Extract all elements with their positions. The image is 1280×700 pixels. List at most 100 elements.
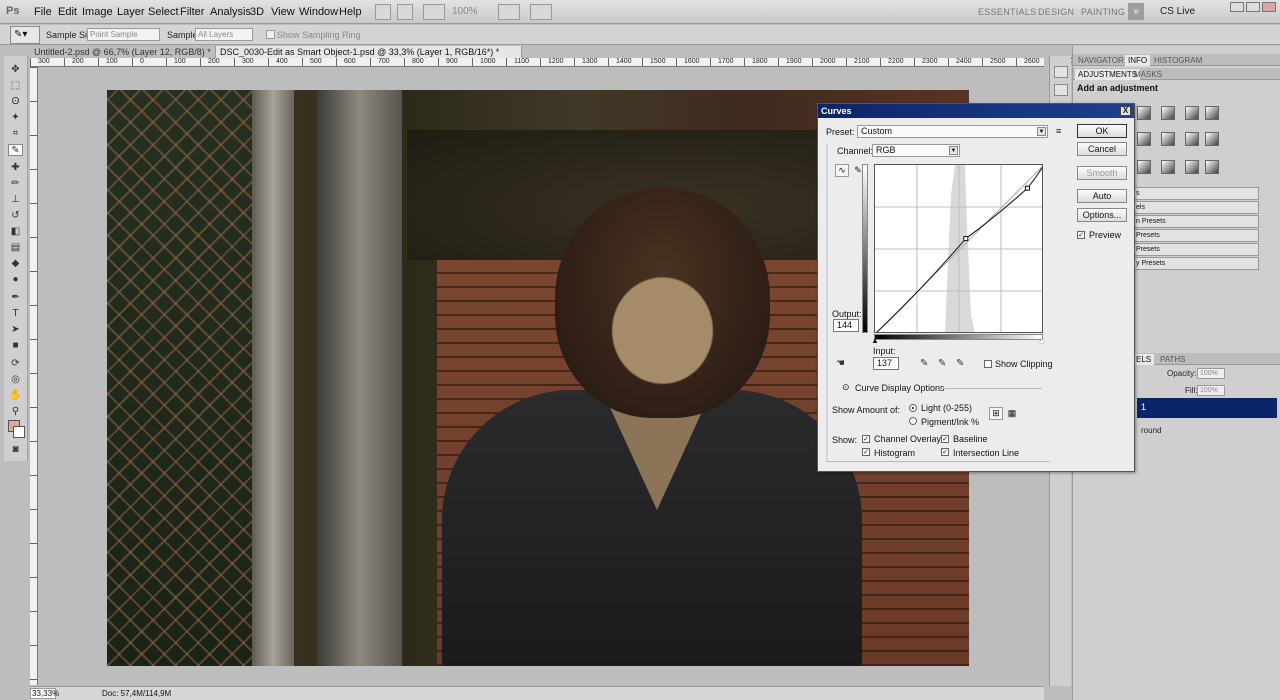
- cs-live-menu[interactable]: CS Live: [1160, 6, 1195, 17]
- curve-control-point[interactable]: [963, 236, 969, 242]
- 3d-rotate-icon[interactable]: ⟳: [8, 358, 23, 370]
- preset-row[interactable]: els: [1133, 201, 1259, 214]
- tab-untitled-2[interactable]: Untitled-2.psd @ 66,7% (Layer 12, RGB/8)…: [30, 46, 216, 58]
- channel-select[interactable]: RGB ▼: [872, 144, 960, 157]
- move-tool-icon[interactable]: ✥: [8, 64, 23, 76]
- lasso-tool-icon[interactable]: ʘ: [8, 96, 23, 108]
- menu-analysis[interactable]: Analysis: [210, 6, 251, 18]
- show-sampling-ring-checkbox[interactable]: [266, 30, 275, 39]
- tab-info[interactable]: INFO: [1125, 55, 1151, 66]
- gradient-tool-icon[interactable]: ▤: [8, 242, 23, 254]
- view-extras-icon[interactable]: [423, 4, 445, 20]
- zoom-tool-icon[interactable]: ⚲: [8, 406, 23, 418]
- tab-masks[interactable]: MASKS: [1131, 69, 1165, 80]
- eyedropper-tool-icon[interactable]: ✎: [8, 144, 23, 156]
- 3d-orbit-icon[interactable]: ◎: [8, 374, 23, 386]
- screen-mode-icon[interactable]: [530, 4, 552, 20]
- healing-brush-icon[interactable]: ✚: [8, 162, 23, 174]
- sample-size-select[interactable]: Point Sample: [87, 28, 160, 41]
- preset-row[interactable]: Presets: [1133, 243, 1259, 256]
- curves-graph[interactable]: [874, 164, 1043, 333]
- white-eyedropper-icon[interactable]: ✎: [956, 358, 964, 369]
- history-brush-icon[interactable]: ↺: [8, 210, 23, 222]
- blur-tool-icon[interactable]: ◆: [8, 258, 23, 270]
- actions-panel-icon[interactable]: [1054, 84, 1068, 96]
- input-field[interactable]: 137: [873, 357, 899, 370]
- posterize-icon[interactable]: [1137, 160, 1151, 174]
- minimize-button[interactable]: [1230, 2, 1244, 12]
- shape-tool-icon[interactable]: ■: [8, 340, 23, 352]
- channel-overlays-checkbox[interactable]: ✓: [862, 435, 870, 443]
- layer-row-background[interactable]: round: [1137, 422, 1277, 440]
- menu-image[interactable]: Image: [82, 6, 113, 18]
- threshold-icon[interactable]: [1161, 160, 1175, 174]
- output-field[interactable]: 144: [833, 319, 859, 332]
- detailed-grid-icon[interactable]: ▦: [1005, 407, 1019, 420]
- exposure-icon[interactable]: [1205, 106, 1219, 120]
- history-panel-icon[interactable]: [1054, 66, 1068, 78]
- status-zoom-field[interactable]: 33,33%: [30, 688, 59, 699]
- color-balance-icon[interactable]: [1137, 132, 1151, 146]
- eyedropper-tool-preset[interactable]: ✎▾: [10, 26, 40, 44]
- type-tool-icon[interactable]: T: [8, 308, 23, 320]
- preset-select[interactable]: Custom ▼: [857, 125, 1048, 138]
- close-window-button[interactable]: [1262, 2, 1276, 12]
- marquee-tool-icon[interactable]: ⬚: [8, 80, 23, 92]
- hand-tool-icon[interactable]: ✋: [8, 390, 23, 402]
- light-radio[interactable]: [909, 404, 917, 412]
- brush-tool-icon[interactable]: ✏: [8, 178, 23, 190]
- menu-file[interactable]: File: [34, 6, 52, 18]
- simple-grid-icon[interactable]: ⊞: [989, 407, 1003, 420]
- close-icon[interactable]: X: [1120, 106, 1131, 116]
- cancel-button[interactable]: Cancel: [1077, 142, 1127, 156]
- smooth-button[interactable]: Smooth: [1077, 166, 1127, 180]
- tab-paths[interactable]: PATHS: [1157, 354, 1188, 365]
- eraser-tool-icon[interactable]: ◧: [8, 226, 23, 238]
- menu-3d[interactable]: 3D: [250, 6, 264, 18]
- show-clipping-checkbox[interactable]: [984, 360, 992, 368]
- channel-mixer-icon[interactable]: [1205, 132, 1219, 146]
- histogram-checkbox[interactable]: ✓: [862, 448, 870, 456]
- path-select-icon[interactable]: ➤: [8, 324, 23, 336]
- pen-tool-icon[interactable]: ✒: [8, 292, 23, 304]
- black-point-slider[interactable]: ▲: [871, 336, 879, 345]
- auto-button[interactable]: Auto: [1077, 189, 1127, 203]
- black-eyedropper-icon[interactable]: ✎: [920, 358, 928, 369]
- curves-title-bar[interactable]: Curves X: [818, 104, 1134, 118]
- tab-dsc-0030[interactable]: DSC_0030-Edit as Smart Object-1.psd @ 33…: [216, 46, 522, 58]
- tab-histogram[interactable]: HISTOGRAM: [1151, 55, 1205, 66]
- ok-button[interactable]: OK: [1077, 124, 1127, 138]
- baseline-checkbox[interactable]: ✓: [941, 435, 949, 443]
- mini-bridge-icon[interactable]: [397, 4, 413, 20]
- clone-stamp-icon[interactable]: ⊥: [8, 194, 23, 206]
- curve-edit-points-icon[interactable]: ∿: [835, 164, 849, 177]
- menu-window[interactable]: Window: [299, 6, 338, 18]
- pigment-radio[interactable]: [909, 417, 917, 425]
- preset-options-icon[interactable]: ≡: [1056, 126, 1061, 136]
- menu-filter[interactable]: Filter: [180, 6, 204, 18]
- preset-row[interactable]: n Presets: [1133, 215, 1259, 228]
- workspace-painting[interactable]: PAINTING: [1081, 7, 1125, 17]
- workspace-design[interactable]: DESIGN: [1038, 7, 1074, 17]
- opacity-field[interactable]: 100%: [1197, 368, 1225, 379]
- curves-adjust-icon[interactable]: [1185, 106, 1199, 120]
- layer-row-selected[interactable]: 1: [1137, 398, 1277, 418]
- gray-eyedropper-icon[interactable]: ✎: [938, 358, 946, 369]
- menu-help[interactable]: Help: [339, 6, 362, 18]
- tab-navigator[interactable]: NAVIGATOR: [1075, 55, 1127, 66]
- dodge-tool-icon[interactable]: ●: [8, 274, 23, 286]
- menu-layer[interactable]: Layer: [117, 6, 145, 18]
- workspace-essentials[interactable]: ESSENTIALS: [978, 7, 1037, 17]
- arrange-documents-icon[interactable]: [498, 4, 520, 20]
- expand-options-icon[interactable]: ⊙: [842, 382, 850, 393]
- zoom-level[interactable]: 100%: [452, 6, 478, 17]
- black-white-icon[interactable]: [1161, 132, 1175, 146]
- selective-color-icon[interactable]: [1205, 160, 1219, 174]
- photo-filter-icon[interactable]: [1185, 132, 1199, 146]
- quick-select-tool-icon[interactable]: ✦: [8, 112, 23, 124]
- preset-row[interactable]: y Presets: [1133, 257, 1259, 270]
- background-color-swatch[interactable]: [13, 426, 25, 438]
- menu-view[interactable]: View: [271, 6, 295, 18]
- gradient-map-icon[interactable]: [1185, 160, 1199, 174]
- tab-layers[interactable]: ELS: [1133, 354, 1155, 365]
